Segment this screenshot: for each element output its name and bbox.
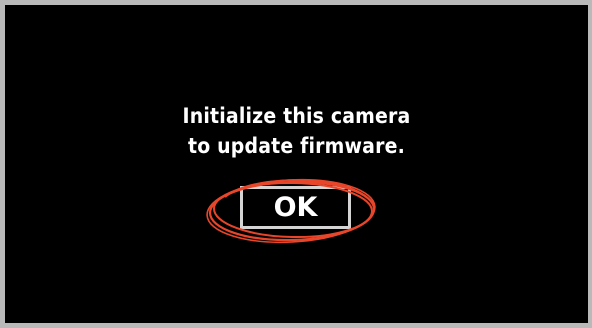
camera-screen: Initialize this camera to update firmwar… bbox=[5, 5, 588, 323]
ok-button[interactable]: OK bbox=[240, 186, 351, 229]
firmware-update-message: Initialize this camera to update firmwar… bbox=[34, 101, 559, 161]
camera-screen-frame: Initialize this camera to update firmwar… bbox=[0, 0, 592, 328]
message-line-1: Initialize this camera bbox=[182, 104, 411, 128]
message-line-2: to update firmware. bbox=[188, 134, 405, 158]
